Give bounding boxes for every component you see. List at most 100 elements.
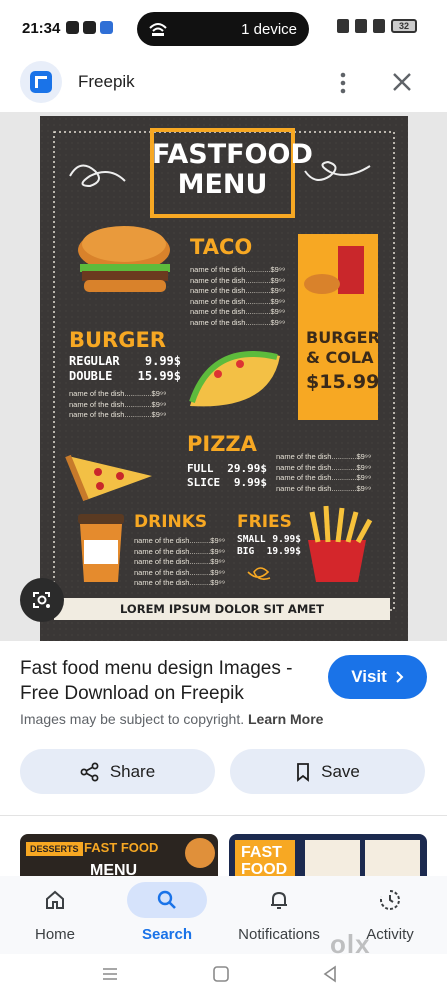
search-icon xyxy=(157,890,176,909)
visit-button[interactable]: Visit xyxy=(328,655,427,699)
thumb1-label-b: FAST FOOD xyxy=(84,840,159,855)
source-header: Freepik xyxy=(0,58,447,112)
share-button[interactable]: Share xyxy=(20,749,215,794)
nav-home[interactable]: Home xyxy=(5,876,105,943)
home-icon xyxy=(46,890,64,909)
nav-search[interactable]: Search xyxy=(117,876,217,943)
list-item: name of the dish............$9⁹⁹ xyxy=(276,452,372,461)
list-item: name of the dish............$9⁹⁹ xyxy=(276,473,372,482)
thumb2-label-a: FAST xyxy=(241,844,282,861)
thumb1-label-a: DESSERTS xyxy=(26,842,83,856)
bell-icon xyxy=(271,891,287,909)
pizza-full-price: 29.99$ xyxy=(227,462,267,475)
list-item: name of the dish............$9⁹⁹ xyxy=(190,286,286,295)
list-item: name of the dish............$9⁹⁹ xyxy=(276,462,372,472)
save-button[interactable]: Save xyxy=(230,749,425,794)
pizza-items: name of the dish............$9⁹⁹ name of… xyxy=(276,452,371,494)
menu-title-line2: MENU xyxy=(177,169,268,200)
taco-items: name of the dish............$9⁹⁹ name of… xyxy=(190,265,285,328)
list-item: name of the dish..........$9⁹⁹ xyxy=(134,546,226,556)
thumb2-label: FAST FOOD xyxy=(241,844,287,878)
list-item: name of the dish............$9⁹⁹ xyxy=(190,296,286,306)
combo-line2: & COLA xyxy=(306,348,374,367)
pizza-slice-price: 9.99$ xyxy=(233,476,267,489)
burger-prices: REGULAR 9.99$ DOUBLE 15.99$ xyxy=(69,354,181,384)
status-time: 21:34 xyxy=(22,20,61,37)
share-label: Share xyxy=(109,761,156,781)
fries-heading: FRIES xyxy=(237,512,292,532)
home-button-icon[interactable] xyxy=(212,965,230,983)
copyright-text: Images may be subject to copyright. xyxy=(20,711,245,727)
pizza-slice: SLICE xyxy=(187,476,221,489)
fries-big-price: 19.99$ xyxy=(266,546,301,557)
freepik-logo-icon[interactable] xyxy=(20,61,62,103)
fries-prices: SMALL 9.99$ BIG 19.99$ xyxy=(237,534,301,558)
cast-icon xyxy=(149,23,167,36)
list-item: name of the dish.............$9⁹⁹ xyxy=(69,389,167,398)
list-item: name of the dish.............$9⁹⁹ xyxy=(69,399,167,409)
pizza-heading: PIZZA xyxy=(187,432,257,456)
pizza-prices: FULL 29.99$ SLICE 9.99$ xyxy=(187,462,267,490)
list-item: name of the dish..........$9⁹⁹ xyxy=(134,567,226,577)
signal-icon xyxy=(355,19,367,33)
divider xyxy=(0,815,447,816)
bookmark-icon xyxy=(297,762,310,782)
list-item: name of the dish..........$9⁹⁹ xyxy=(134,536,226,545)
bottom-nav: Home Search Notifications Activity xyxy=(0,876,447,954)
list-item: name of the dish............$9⁹⁹ xyxy=(190,317,286,327)
device-pill[interactable]: 1 device xyxy=(137,12,309,46)
nav-search-label: Search xyxy=(141,926,193,943)
close-icon[interactable] xyxy=(388,70,416,96)
fries-small-price: 9.99$ xyxy=(272,534,301,545)
nav-notifications-label: Notifications xyxy=(238,926,320,943)
status-bar: 21:34 1 device 32 xyxy=(0,0,447,58)
combo-price: $15.99 xyxy=(306,371,380,393)
burger-regular: REGULAR xyxy=(69,354,120,368)
alarm-icon xyxy=(337,19,349,33)
list-item: name of the dish............$9⁹⁹ xyxy=(276,483,372,493)
visit-label: Visit xyxy=(351,667,387,686)
pizza-full: FULL xyxy=(187,462,214,475)
burger-regular-price: 9.99$ xyxy=(144,354,181,368)
result-title[interactable]: Fast food menu design Images - Free Down… xyxy=(20,656,320,706)
pizza-thumbnail-icon xyxy=(185,838,215,868)
system-icons: 32 xyxy=(337,19,417,33)
menu-title: FASTFOOD MENU xyxy=(152,139,313,200)
drinks-heading: DRINKS xyxy=(134,512,208,532)
save-label: Save xyxy=(321,761,360,781)
list-item: name of the dish..........$9⁹⁹ xyxy=(134,578,226,587)
burger-heading: BURGER xyxy=(69,328,166,352)
lens-button[interactable] xyxy=(20,578,64,622)
snapchat-icon xyxy=(66,21,79,34)
recents-icon[interactable] xyxy=(101,966,119,982)
menu-image[interactable]: FASTFOOD MENU TACO name of the dish.....… xyxy=(40,116,408,641)
more-vert-icon[interactable] xyxy=(334,70,352,96)
list-item: name of the dish............$9⁹⁹ xyxy=(190,265,286,274)
taco-heading: TACO xyxy=(190,235,253,259)
nav-home-label: Home xyxy=(34,926,75,943)
device-count: 1 device xyxy=(241,21,297,38)
history-icon xyxy=(380,890,400,910)
chevron-right-icon xyxy=(396,671,404,683)
menu-title-line1: FASTFOOD xyxy=(152,139,313,170)
back-icon[interactable] xyxy=(322,965,338,983)
telegram-icon xyxy=(83,21,96,34)
signal-icon-2 xyxy=(373,19,385,33)
battery-icon: 32 xyxy=(391,19,417,33)
share-icon xyxy=(80,762,99,781)
nav-notifications[interactable]: Notifications xyxy=(229,876,329,943)
source-name[interactable]: Freepik xyxy=(78,72,135,92)
notification-icons xyxy=(66,21,113,34)
burger-double: DOUBLE xyxy=(69,369,113,383)
list-item: name of the dish............$9⁹⁹ xyxy=(190,307,286,316)
learn-more-link[interactable]: Learn More xyxy=(248,711,323,727)
combo-line1: BURGER xyxy=(306,328,380,347)
drinks-items: name of the dish..........$9⁹⁹ name of t… xyxy=(134,536,225,589)
fries-big: BIG xyxy=(237,546,255,557)
lens-icon xyxy=(33,592,50,608)
system-nav-bar xyxy=(0,954,447,1000)
list-item: name of the dish.............$9⁹⁹ xyxy=(69,410,167,419)
list-item: name of the dish............$9⁹⁹ xyxy=(190,275,286,285)
gallery-icon xyxy=(100,21,113,34)
combo-text: BURGER & COLA $15.99 xyxy=(306,328,380,393)
